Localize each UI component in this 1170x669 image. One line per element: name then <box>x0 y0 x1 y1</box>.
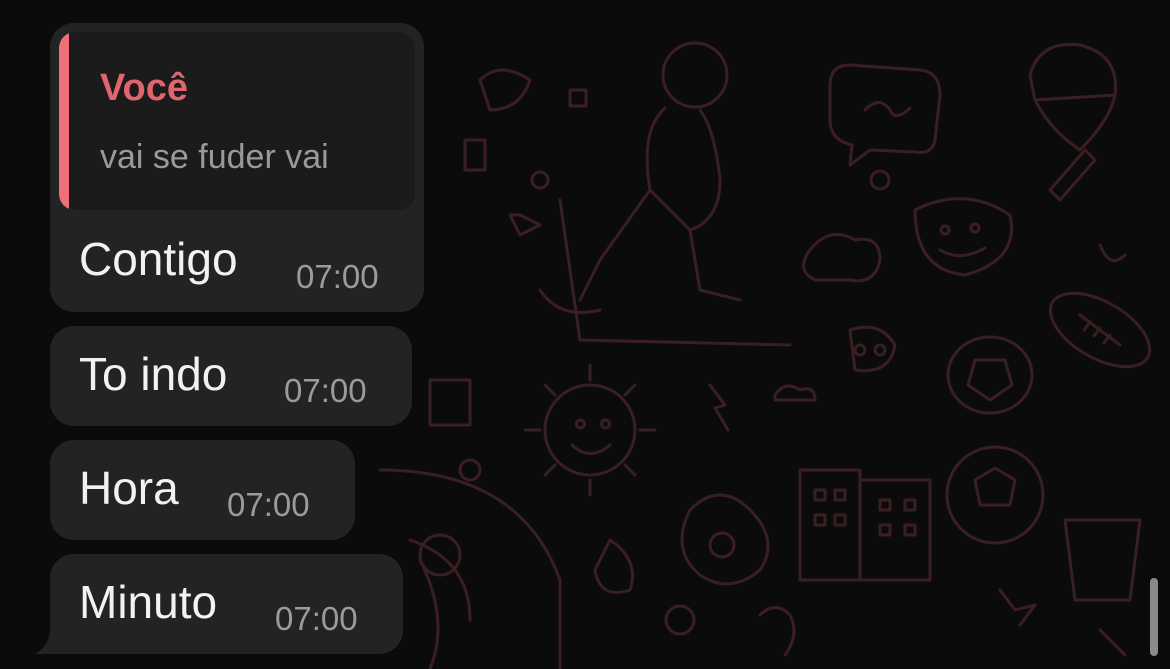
message-bubble[interactable]: Hora 07:00 <box>50 440 355 540</box>
bubble-tail-icon <box>34 632 58 654</box>
message-bubble[interactable]: To indo 07:00 <box>50 326 412 426</box>
message-time: 07:00 <box>227 486 310 523</box>
message-text: Minuto <box>79 576 218 628</box>
message-bubble[interactable]: Você vai se fuder vai Contigo 07:00 <box>50 23 424 312</box>
quoted-reply[interactable]: Você vai se fuder vai <box>59 32 415 210</box>
reply-author: Você <box>100 67 189 109</box>
message-bubble[interactable]: Minuto 07:00 <box>34 554 403 654</box>
message-time: 07:00 <box>284 372 367 409</box>
message-text: Hora <box>79 462 179 514</box>
message-time: 07:00 <box>275 600 358 637</box>
reply-text: vai se fuder vai <box>100 138 329 176</box>
scrollbar-thumb[interactable] <box>1150 578 1158 656</box>
message-text: To indo <box>79 348 228 400</box>
message-text: Contigo <box>79 233 238 285</box>
reply-accent-bar <box>59 32 69 210</box>
chat-view: Você vai se fuder vai Contigo 07:00 To i… <box>0 0 1170 669</box>
message-time: 07:00 <box>296 258 379 295</box>
